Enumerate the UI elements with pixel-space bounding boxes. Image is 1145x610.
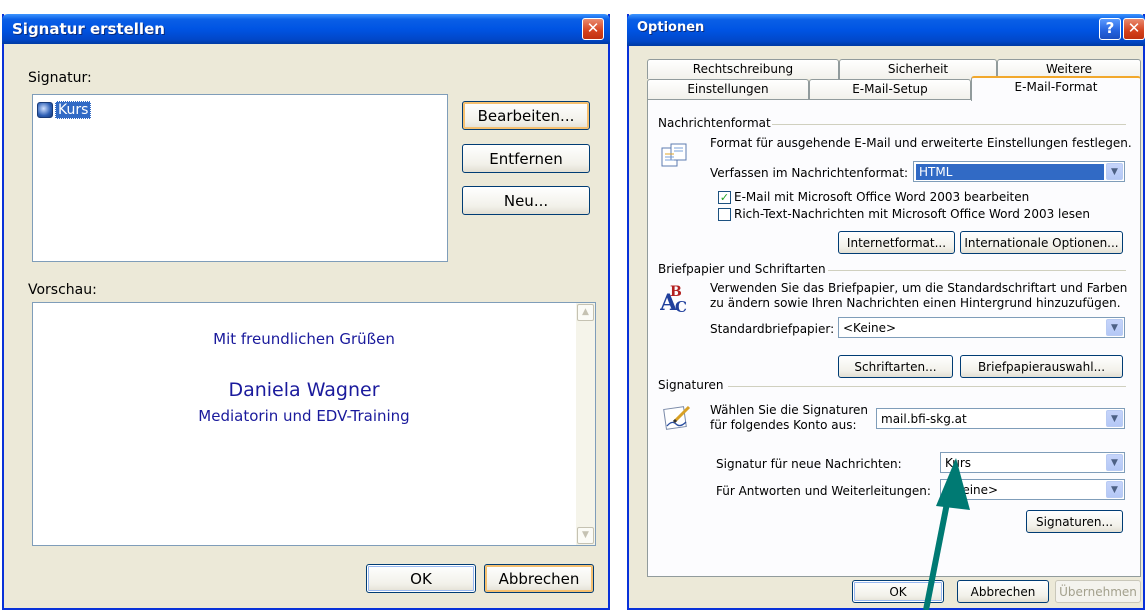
close-icon[interactable]: ✕ [582,18,604,40]
antworten-select[interactable]: <Keine> ▼ [940,479,1125,500]
vorschau-panel: Mit freundlichen Grüßen Daniela Wagner M… [32,302,596,546]
chevron-down-icon[interactable]: ▼ [1106,410,1123,427]
nachrichtenformat-heading: Nachrichtenformat [658,116,771,130]
preview-scrollbar[interactable]: ▲ ▼ [576,303,595,545]
optionen-dialog: Optionen ? ✕ Rechtschreibung Sicherheit … [627,14,1145,610]
tab-einstellungen[interactable]: Einstellungen [647,79,809,99]
svg-text:C: C [675,298,687,314]
ok-button[interactable]: OK [852,580,944,603]
standardbriefpapier-label: Standardbriefpapier: [710,322,835,336]
briefpapier-heading: Briefpapier und Schriftarten [658,262,826,276]
optionen-title: Optionen [637,20,705,35]
nachrichtenformat-description: Format für ausgehende E-Mail und erweite… [710,136,1132,150]
vorschau-label: Vorschau: [28,282,97,298]
signatur-neue-select[interactable]: Kurs ▼ [940,452,1125,473]
schriftarten-button[interactable]: Schriftarten... [838,355,953,378]
standardbriefpapier-select[interactable]: <Keine> ▼ [838,317,1125,338]
entfernen-button[interactable]: Entfernen [462,144,590,173]
signatur-label: Signatur: [28,70,92,86]
tab-email-format[interactable]: E-Mail-Format [971,76,1141,101]
neu-button[interactable]: Neu... [462,186,590,215]
tab-panel: Nachrichtenformat Format für ausgehende … [647,99,1141,577]
scroll-down-icon[interactable]: ▼ [577,527,594,544]
rich-text-label[interactable]: Rich-Text-Nachrichten mit Microsoft Offi… [734,207,1090,221]
optionen-titlebar[interactable]: Optionen ? ✕ [627,14,1145,46]
chevron-down-icon[interactable]: ▼ [1106,163,1123,180]
divider [728,386,1126,387]
signature-pen-icon [662,402,692,432]
nachrichtenformat-value: HTML [916,164,1104,180]
signatur-erstellen-dialog: Signatur erstellen ✕ Signatur: Kurs Bear… [2,14,610,610]
uebernehmen-button[interactable]: Übernehmen [1055,580,1141,603]
scroll-up-icon[interactable]: ▲ [577,304,594,321]
stationery-icon: A B C [659,282,690,316]
konto-select[interactable]: mail.bfi-skg.at ▼ [876,408,1125,429]
internationale-optionen-button[interactable]: Internationale Optionen... [960,231,1123,254]
internetformat-button[interactable]: Internetformat... [838,231,955,254]
briefpapier-description-1: Verwenden Sie das Briefpapier, um die St… [710,281,1128,295]
tab-rechtschreibung[interactable]: Rechtschreibung [647,59,839,79]
konto-label-1: Wählen Sie die Signaturen [710,403,868,417]
signaturen-button[interactable]: Signaturen... [1026,510,1123,533]
preview-role: Mediatorin und EDV-Training [198,407,410,425]
briefpapierauswahl-button[interactable]: Briefpapierauswahl... [960,355,1123,378]
bearbeiten-button[interactable]: Bearbeiten... [462,101,590,130]
briefpapier-description-2: zu ändern sowie Ihren Nachrichten einen … [710,296,1121,310]
signatur-neue-label: Signatur für neue Nachrichten: [716,457,902,471]
message-format-icon [660,142,688,168]
konto-value: mail.bfi-skg.at [881,412,967,426]
list-item-label: Kurs [55,101,92,119]
signature-file-icon [37,102,53,118]
signatur-list[interactable]: Kurs [32,94,448,262]
list-item[interactable]: Kurs [37,101,92,119]
nachrichtenformat-select[interactable]: HTML ▼ [913,161,1125,182]
verfassen-label: Verfassen im Nachrichtenformat: [710,166,909,180]
standardbriefpapier-value: <Keine> [843,321,897,335]
help-icon[interactable]: ? [1099,18,1121,40]
preview-name: Daniela Wagner [228,379,380,401]
divider [828,270,1126,271]
antworten-label: Für Antworten und Weiterleitungen: [716,484,931,498]
tab-email-setup[interactable]: E-Mail-Setup [809,79,971,99]
word-edit-label[interactable]: E-Mail mit Microsoft Office Word 2003 be… [734,190,1029,204]
signatur-titlebar[interactable]: Signatur erstellen ✕ [2,14,610,44]
ok-button[interactable]: OK [366,564,476,593]
abbrechen-button[interactable]: Abbrechen [957,580,1049,603]
signaturen-heading: Signaturen [658,378,724,392]
rich-text-checkbox[interactable] [718,208,731,221]
signatur-neue-value: Kurs [945,456,972,470]
chevron-down-icon[interactable]: ▼ [1106,319,1123,336]
divider [772,124,1126,125]
abbrechen-button[interactable]: Abbrechen [484,564,594,593]
preview-greeting: Mit freundlichen Grüßen [213,330,395,348]
antworten-value: <Keine> [945,483,999,497]
konto-label-2: für folgendes Konto aus: [710,418,857,432]
chevron-down-icon[interactable]: ▼ [1106,481,1123,498]
close-icon[interactable]: ✕ [1123,18,1145,40]
word-edit-checkbox[interactable]: ✓ [718,191,731,204]
signatur-title: Signatur erstellen [12,20,165,38]
chevron-down-icon[interactable]: ▼ [1106,454,1123,471]
